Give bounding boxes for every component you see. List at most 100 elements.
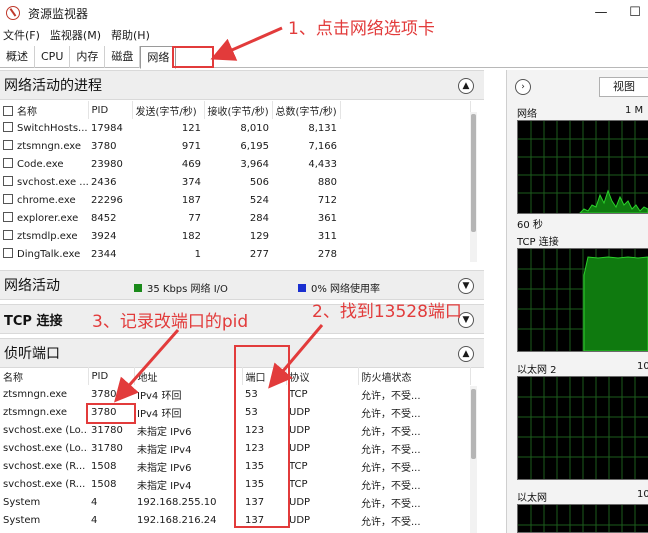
chevron-up-icon[interactable]: ▲ (458, 346, 474, 362)
port-firewall-cell: 允许，不受... (361, 444, 421, 456)
row-spacer (340, 119, 470, 137)
process-name-cell: svchost.exe ... (0, 173, 88, 191)
col-name[interactable]: 名称 (0, 367, 89, 385)
row-spacer (340, 209, 470, 227)
checkbox[interactable] (3, 230, 13, 240)
process-row[interactable]: SwitchHosts... 17984 121 8,010 8,131 (0, 119, 470, 137)
process-receive-cell: 8,010 (240, 122, 269, 134)
col-pid[interactable]: PID (88, 367, 135, 385)
annotation-step2: 2、找到13528端口 (312, 302, 462, 322)
view-button[interactable]: 视图 (599, 77, 648, 97)
menu-file[interactable]: 文件(F) (3, 27, 40, 45)
checkbox[interactable] (3, 122, 13, 132)
ethernet2-graph-plot (518, 377, 648, 479)
processes-header[interactable]: 网络活动的进程 ▲ (0, 70, 484, 100)
process-total-cell: 278 (317, 248, 337, 260)
tab-cpu[interactable]: CPU (35, 46, 71, 68)
graph-time-label: 60 秒 (517, 220, 543, 231)
col-protocol[interactable]: 协议 (286, 367, 359, 385)
col-receive[interactable]: 接收(字节/秒) (204, 101, 273, 119)
port-firewall-cell: 允许，不受... (361, 408, 421, 420)
checkbox[interactable] (3, 140, 13, 150)
port-protocol-cell: UDP (289, 424, 311, 436)
checkbox[interactable] (3, 105, 13, 116)
process-row[interactable]: ztsmdlp.exe 3924 182 129 311 (0, 227, 470, 245)
process-total-cell: 712 (317, 194, 337, 206)
resource-monitor-icon (6, 6, 20, 20)
process-send-cell: 469 (181, 158, 201, 170)
io-swatch (134, 283, 142, 292)
network-graph (517, 120, 648, 214)
port-name-cell: svchost.exe (R... (3, 460, 86, 472)
port-firewall-cell: 允许，不受... (361, 390, 421, 402)
process-receive-cell: 277 (249, 248, 269, 260)
checkbox[interactable] (3, 212, 13, 222)
port-name-cell: svchost.exe (R... (3, 478, 86, 490)
tab-disk[interactable]: 磁盘 (105, 46, 141, 68)
usage-swatch (298, 283, 306, 292)
row-spacer (340, 245, 470, 263)
processes-scrollbar[interactable] (470, 112, 477, 262)
checkbox[interactable] (3, 248, 13, 258)
checkbox[interactable] (3, 158, 13, 168)
network-activity-header[interactable]: 网络活动 35 Kbps 网络 I/O 0% 网络使用率 ▼ (0, 270, 484, 300)
port-name-cell: svchost.exe (Lo... (3, 424, 88, 436)
tab-overview[interactable]: 概述 (0, 46, 35, 68)
menu-help[interactable]: 帮助(H) (111, 27, 150, 45)
row-spacer (340, 227, 470, 245)
row-spacer (340, 173, 470, 191)
chevron-right-icon[interactable]: › (515, 79, 531, 95)
port-protocol-cell: UDP (289, 442, 311, 454)
graph-scale-network: 1 M (625, 105, 644, 116)
port-protocol-cell: UDP (289, 514, 311, 526)
chevron-up-icon[interactable]: ▲ (458, 78, 474, 94)
maximize-button[interactable]: ☐ (620, 2, 648, 24)
checkbox[interactable] (3, 176, 13, 186)
process-row[interactable]: chrome.exe 22296 187 524 712 (0, 191, 470, 209)
process-receive-cell: 284 (249, 212, 269, 224)
port-name-cell: ztsmngn.exe (3, 388, 68, 400)
graph-label-network: 网络 (517, 109, 537, 120)
graph-scale-ethernet2: 10 (637, 361, 648, 372)
port-pid-cell: 4 (91, 514, 98, 526)
tcp-graph (517, 248, 648, 352)
process-row[interactable]: svchost.exe ... 2436 374 506 880 (0, 173, 470, 191)
col-firewall[interactable]: 防火墙状态 (358, 367, 471, 385)
col-name[interactable]: 名称 (0, 101, 89, 119)
process-total-cell: 4,433 (308, 158, 337, 170)
col-pid[interactable]: PID (88, 101, 133, 119)
port-name-cell: svchost.exe (Lo... (3, 442, 88, 454)
process-row[interactable]: explorer.exe 8452 77 284 361 (0, 209, 470, 227)
process-row[interactable]: ztsmngn.exe 3780 971 6,195 7,166 (0, 137, 470, 155)
row-spacer (340, 155, 470, 173)
process-row[interactable]: Code.exe 23980 469 3,964 4,433 (0, 155, 470, 173)
pid-highlight (86, 403, 136, 424)
window-title: 资源监视器 (28, 6, 89, 21)
minimize-button[interactable]: — (586, 2, 616, 24)
col-address[interactable]: 地址 (134, 367, 243, 385)
chevron-down-icon[interactable]: ▼ (458, 278, 474, 294)
process-name-cell: chrome.exe (0, 191, 88, 209)
port-address-cell: 未指定 IPv4 (137, 444, 192, 456)
col-send[interactable]: 发送(字节/秒) (132, 101, 205, 119)
port-pid-cell: 3780 (91, 388, 117, 400)
port-address-cell: IPv4 环回 (137, 390, 182, 402)
checkbox[interactable] (3, 194, 13, 204)
right-panel: › 视图 网络 1 M 60 秒 TCP 连接 以太网 2 10 以太网 10 (506, 70, 648, 533)
process-pid-cell: 8452 (91, 212, 117, 224)
network-activity-title: 网络活动 (4, 278, 60, 294)
port-pid-cell: 4 (91, 496, 98, 508)
process-row[interactable]: DingTalk.exe 2344 1 277 278 (0, 245, 470, 263)
port-column-highlight (234, 345, 290, 528)
graph-label-tcp: TCP 连接 (517, 237, 559, 248)
menu-monitor[interactable]: 监视器(M) (50, 27, 101, 45)
scroll-thumb[interactable] (471, 114, 476, 232)
tab-network[interactable]: 网络 (140, 46, 177, 69)
col-total[interactable]: 总数(字节/秒) (272, 101, 341, 119)
port-name-cell: ztsmngn.exe (3, 406, 68, 418)
port-address-cell: 未指定 IPv6 (137, 462, 192, 474)
process-name-cell: ztsmdlp.exe (0, 227, 88, 245)
scroll-thumb[interactable] (471, 389, 476, 459)
tab-memory[interactable]: 内存 (70, 46, 106, 68)
listening-scrollbar[interactable] (470, 386, 477, 533)
